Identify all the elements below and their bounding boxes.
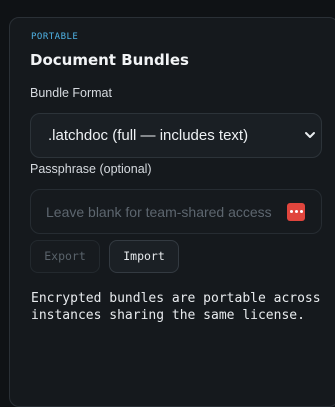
document-bundles-panel: PORTABLE Document Bundles Bundle Format … [9,17,335,407]
import-button[interactable]: Import [109,240,179,273]
bundle-format-label: Bundle Format [30,86,112,100]
passphrase-label: Passphrase (optional) [30,162,152,176]
chevron-down-icon [305,132,315,138]
passphrase-placeholder: Leave blank for team-shared access [46,204,272,220]
section-eyebrow: PORTABLE [31,32,79,42]
password-manager-icon[interactable] [287,203,305,221]
passphrase-input[interactable]: Leave blank for team-shared access [30,189,322,234]
export-button[interactable]: Export [30,240,100,273]
bundle-format-selected-value: .latchdoc (full — includes text) [48,127,249,144]
bundle-format-select[interactable]: .latchdoc (full — includes text) [30,113,322,158]
section-title: Document Bundles [30,51,189,69]
bundle-info-note: Encrypted bundles are portable across in… [31,291,321,323]
